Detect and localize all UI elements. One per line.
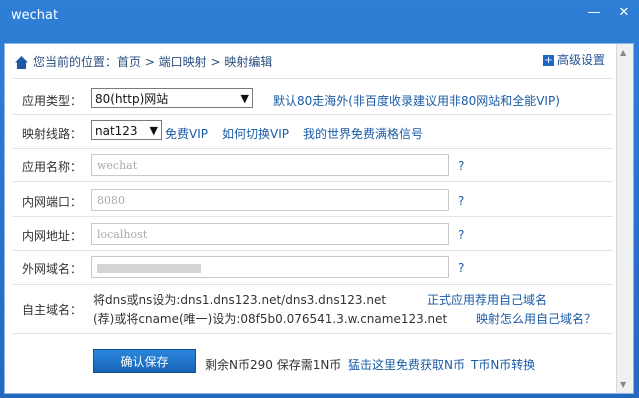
own-domain-recommend-link[interactable]: 正式应用荐用自己域名 xyxy=(427,291,547,308)
internal-addr-input[interactable]: localhost xyxy=(91,223,449,245)
chevron-down-icon: ▼ xyxy=(240,92,249,105)
plus-icon: + xyxy=(542,55,554,66)
internal-port-input[interactable]: 8080 xyxy=(91,189,449,211)
get-coins-link[interactable]: 猛击这里免费获取N币 xyxy=(348,356,465,373)
chevron-down-icon: ▼ xyxy=(149,124,158,137)
balance-text: 剩余N币290 保存需1N币 xyxy=(205,358,342,372)
divider xyxy=(13,216,613,217)
free-vip-link[interactable]: 免费VIP xyxy=(165,125,208,142)
close-button[interactable]: ✕ xyxy=(615,4,633,22)
route-value: nat123 xyxy=(95,124,138,138)
app-type-label: 应用类型： xyxy=(22,94,83,108)
app-name-input[interactable]: wechat xyxy=(91,154,449,176)
internal-addr-label: 内网地址： xyxy=(22,229,83,243)
switch-vip-link[interactable]: 如何切换VIP xyxy=(222,125,289,142)
minimize-button[interactable]: — xyxy=(585,4,603,22)
own-domain-label: 自主域名： xyxy=(22,303,83,317)
save-button[interactable]: 确认保存 xyxy=(93,349,196,373)
breadcrumb: 您当前的位置：首页 > 端口映射 > 映射编辑 xyxy=(15,53,272,70)
divider xyxy=(13,148,613,149)
external-domain-help-link[interactable]: ? xyxy=(458,261,464,275)
external-domain-label: 外网域名： xyxy=(22,262,83,276)
vertical-scrollbar[interactable] xyxy=(616,44,633,393)
internal-addr-help-link[interactable]: ? xyxy=(458,228,464,242)
route-label: 映射线路： xyxy=(22,127,83,141)
internal-port-help-link[interactable]: ? xyxy=(458,194,464,208)
divider xyxy=(13,250,613,251)
own-domain-cname-text: (荐)或将cname(唯一)设为:08f5b0.076541.3.w.cname… xyxy=(93,312,448,326)
app-type-select[interactable]: 80(http)网站 ▼ xyxy=(91,88,253,108)
own-domain-dns-text: 将dns或ns设为:dns1.dns123.net/dns3.dns123.ne… xyxy=(93,293,387,307)
app-name-label: 应用名称： xyxy=(22,160,83,174)
divider xyxy=(13,181,613,182)
external-domain-input[interactable] xyxy=(91,256,449,278)
advanced-settings-link[interactable]: + 高级设置 xyxy=(542,51,605,68)
divider xyxy=(13,333,613,334)
redacted-value xyxy=(97,263,201,273)
internal-port-label: 内网端口： xyxy=(22,195,83,209)
home-icon xyxy=(15,56,28,69)
divider xyxy=(13,114,613,115)
route-select[interactable]: nat123 ▼ xyxy=(91,120,162,140)
convert-coins-link[interactable]: T币N币转换 xyxy=(471,356,535,373)
title-bar: wechat — ✕ xyxy=(0,0,639,38)
app-type-value: 80(http)网站 xyxy=(95,92,169,106)
app-window: wechat — ✕ 您当前的位置：首页 > 端口映射 > 映射编辑 + 高级设置… xyxy=(0,0,639,398)
app-name-help-link[interactable]: ? xyxy=(458,159,464,173)
divider xyxy=(13,78,613,79)
own-domain-howto-link[interactable]: 映射怎么用自己域名？ xyxy=(476,310,596,327)
advanced-settings-label: 高级设置 xyxy=(556,53,605,67)
divider xyxy=(13,284,613,285)
app-type-note-link[interactable]: 默认80走海外(非百度收录建议用非80网站和全能VIP) xyxy=(273,92,560,109)
window-title: wechat xyxy=(11,8,59,23)
breadcrumb-text[interactable]: 您当前的位置：首页 > 端口映射 > 映射编辑 xyxy=(33,55,272,69)
minecraft-signal-link[interactable]: 我的世界免费满格信号 xyxy=(303,125,423,142)
content-panel: 您当前的位置：首页 > 端口映射 > 映射编辑 +高级设置 应用类型： 80(h… xyxy=(4,43,634,394)
